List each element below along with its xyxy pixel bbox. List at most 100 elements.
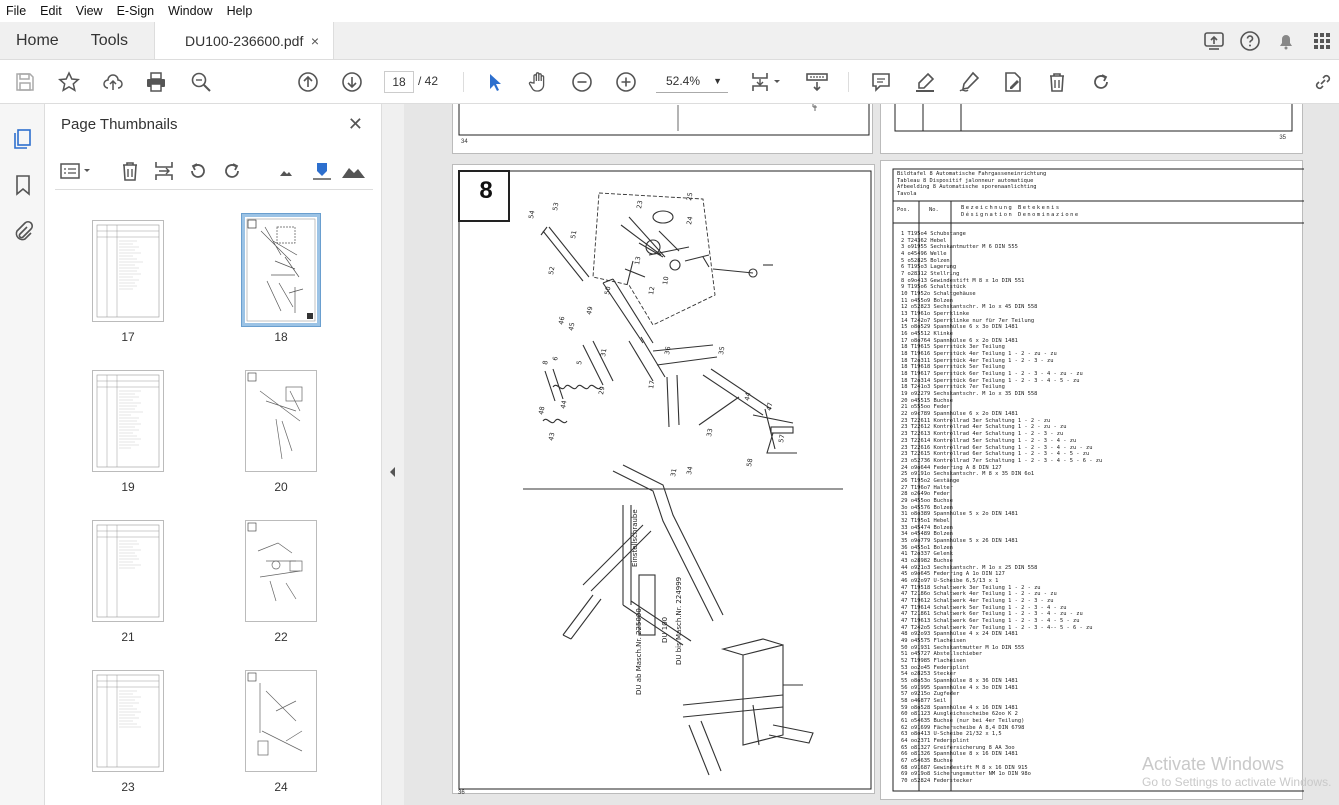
parts-row: 23 T22611 Kontrollrad 3er Schaltung 1 - … bbox=[901, 417, 1051, 424]
help-icon[interactable] bbox=[1239, 30, 1261, 52]
delete-page-icon[interactable] bbox=[117, 158, 143, 184]
page-thumbnails-icon[interactable] bbox=[12, 128, 34, 150]
col-pos-header: Pos. bbox=[897, 207, 910, 213]
tab-document[interactable]: DU100-236600.pdf × bbox=[154, 22, 335, 59]
menu-window[interactable]: Window bbox=[168, 4, 212, 18]
tab-tools[interactable]: Tools bbox=[75, 22, 144, 59]
svg-text:23: 23 bbox=[635, 200, 644, 210]
thumbnail-page-23[interactable] bbox=[92, 670, 164, 772]
plate-number: 8 bbox=[479, 177, 493, 204]
next-page-icon[interactable] bbox=[339, 69, 365, 95]
header-line: Tavola bbox=[897, 191, 917, 198]
watermark-line1: Activate Windows bbox=[1142, 754, 1285, 774]
svg-text:48: 48 bbox=[537, 406, 546, 416]
parts-row: 52 T19985 Flacheisen bbox=[901, 658, 966, 664]
svg-text:45: 45 bbox=[567, 322, 576, 332]
parts-row: 58 o46877 Seil bbox=[901, 698, 947, 705]
parts-row: 43 o28982 Buchse bbox=[901, 557, 953, 564]
thumbnail-options-icon[interactable] bbox=[59, 158, 95, 184]
thumbnail-page-22[interactable] bbox=[245, 520, 317, 622]
parts-row: 47 T2186o Schaltwerk 4er Teilung 1 - 2 -… bbox=[901, 591, 1057, 598]
svg-text:33: 33 bbox=[705, 428, 714, 438]
rotate-right-icon[interactable] bbox=[219, 158, 245, 184]
redo-rotate-icon[interactable] bbox=[1088, 69, 1114, 95]
parts-row: 60 o81123 Ausgleichsscheibe 62oo K 2 bbox=[901, 711, 1018, 718]
zoom-level-select[interactable]: 52.4% ▼ bbox=[656, 71, 728, 93]
col-desc-header-b: Désignation Denominazione bbox=[961, 212, 1080, 218]
draw-freehand-icon[interactable] bbox=[956, 69, 982, 95]
page-number-input[interactable]: 18 bbox=[384, 71, 414, 93]
zoom-out-icon[interactable] bbox=[569, 69, 595, 95]
left-nav-rail bbox=[0, 104, 45, 805]
thumbnail-page-19[interactable] bbox=[92, 370, 164, 472]
parts-row: 9 T195o6 Schaltstück bbox=[901, 284, 966, 291]
share-screen-icon[interactable] bbox=[1203, 30, 1225, 52]
thumbnail-size-slider[interactable] bbox=[309, 158, 335, 184]
zoom-search-icon[interactable] bbox=[188, 69, 214, 95]
thumbnail-label: 24 bbox=[274, 780, 288, 794]
parts-row: 2 T24362 Hebel bbox=[901, 237, 947, 244]
tab-home[interactable]: Home bbox=[0, 22, 75, 59]
parts-row: 59 o8o528 Spannhülse 4 x 16 DIN 1481 bbox=[901, 704, 1018, 711]
svg-text:8: 8 bbox=[541, 360, 550, 365]
collapse-panel-handle[interactable] bbox=[382, 104, 404, 805]
parts-row: 23 T22613 Kontrollrad 4er Schaltung 1 - … bbox=[901, 431, 1064, 438]
menu-esign[interactable]: E-Sign bbox=[117, 4, 155, 18]
parts-row: 50 o91931 Sechskantmutter M 1o DIN 555 bbox=[901, 644, 1025, 651]
svg-text:31: 31 bbox=[599, 348, 608, 358]
thumbnail-page-20[interactable] bbox=[245, 370, 317, 472]
thumbnail-list: 17 18 19 20 21 22 23 24 bbox=[45, 204, 365, 805]
document-tab-title: DU100-236600.pdf bbox=[185, 32, 304, 49]
svg-text:46: 46 bbox=[557, 316, 566, 326]
menu-view[interactable]: View bbox=[76, 4, 103, 18]
col-desc-header-a: Bezeichnung Betekenis bbox=[961, 205, 1061, 211]
previous-page-icon[interactable] bbox=[295, 69, 321, 95]
parts-row: 49 o45575 Flacheisen bbox=[901, 637, 966, 644]
header-line: Bildtafel 8 Automatische Fahrgasseneinri… bbox=[897, 171, 1047, 177]
large-thumbnail-icon[interactable] bbox=[341, 158, 367, 184]
hand-tool-icon[interactable] bbox=[525, 69, 551, 95]
thumbnail-label: 18 bbox=[274, 330, 288, 344]
save-icon[interactable] bbox=[12, 69, 38, 95]
menu-help[interactable]: Help bbox=[227, 4, 253, 18]
share-link-icon[interactable] bbox=[1310, 69, 1336, 95]
svg-text:24: 24 bbox=[685, 216, 694, 226]
delete-trash-icon[interactable] bbox=[1044, 69, 1070, 95]
small-thumbnail-icon[interactable] bbox=[273, 158, 299, 184]
col-no-header: No. bbox=[929, 207, 939, 213]
document-viewer[interactable]: 34 35 54 53 51 23 25 24 13 12 10 50 49 5… bbox=[404, 104, 1339, 805]
parts-row: 3 o91955 Sechskantmutter M 6 DIN 555 bbox=[901, 244, 1018, 251]
menu-file[interactable]: File bbox=[6, 4, 26, 18]
parts-row: 10 T1952o Schaltgehäuse bbox=[901, 291, 976, 298]
menu-edit[interactable]: Edit bbox=[40, 4, 62, 18]
select-cursor-icon[interactable] bbox=[481, 69, 507, 95]
parts-row: 46 o92o97 U-Scheibe 6,5/13 x 1 bbox=[901, 577, 999, 584]
edit-document-icon[interactable] bbox=[1000, 69, 1026, 95]
print-icon[interactable] bbox=[143, 69, 169, 95]
close-tab-icon[interactable]: × bbox=[311, 33, 319, 49]
zoom-in-icon[interactable] bbox=[613, 69, 639, 95]
parts-row: 23 T22612 Kontrollrad 4er Schaltung 1 - … bbox=[901, 424, 1067, 431]
scroll-mode-icon[interactable] bbox=[804, 69, 830, 95]
drawing-text-d: DU bis Masch.Nr. 224999 bbox=[675, 577, 683, 665]
upload-cloud-icon[interactable] bbox=[100, 69, 126, 95]
attachments-paperclip-icon[interactable] bbox=[12, 220, 34, 242]
parts-row: 33 o45474 Bolzen bbox=[901, 524, 953, 531]
thumbnail-page-17[interactable] bbox=[92, 220, 164, 322]
apps-grid-icon[interactable] bbox=[1311, 30, 1333, 52]
rotate-left-icon[interactable] bbox=[185, 158, 211, 184]
thumbnail-page-18[interactable] bbox=[241, 213, 321, 327]
parts-row: 47 T21861 Schaltwerk 6er Teilung 1 - 2 -… bbox=[901, 611, 1083, 618]
thumbnail-page-24[interactable] bbox=[245, 670, 317, 772]
page-fit-icon[interactable] bbox=[748, 69, 784, 95]
parts-row: 47 T19613 Schaltwerk 6er Teilung 1 - 2 -… bbox=[901, 617, 1080, 624]
bookmarks-icon[interactable] bbox=[12, 174, 34, 196]
parts-row: 28 o2649o Feder bbox=[901, 491, 950, 498]
notification-bell-icon[interactable] bbox=[1275, 30, 1297, 52]
insert-page-icon[interactable] bbox=[151, 158, 177, 184]
comment-icon[interactable] bbox=[868, 69, 894, 95]
highlight-pen-icon[interactable] bbox=[912, 69, 938, 95]
bookmark-star-icon[interactable] bbox=[56, 69, 82, 95]
close-panel-icon[interactable]: ✕ bbox=[348, 114, 363, 135]
thumbnail-page-21[interactable] bbox=[92, 520, 164, 622]
